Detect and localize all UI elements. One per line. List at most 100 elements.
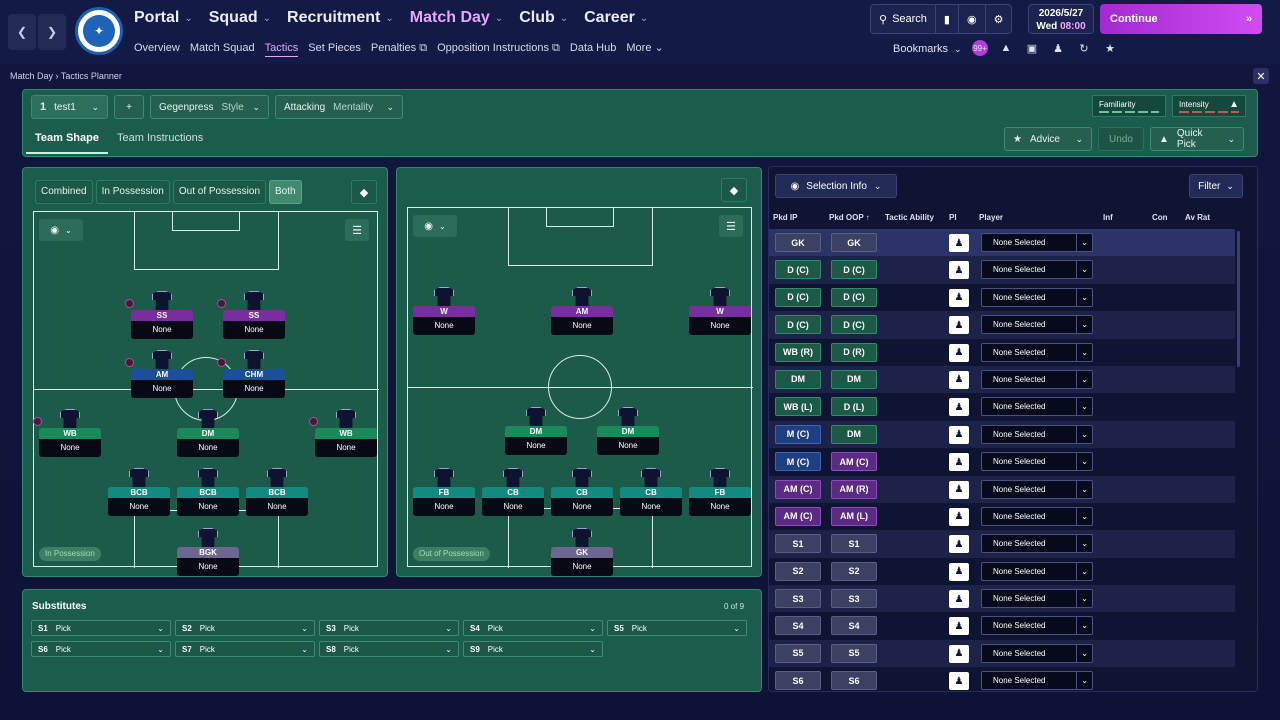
- player-select-dropdown[interactable]: None Selected ⌄: [981, 506, 1093, 526]
- submenu-opposition-instructions[interactable]: Opposition Instructions ⧉: [437, 41, 560, 57]
- layout-button[interactable]: ◆: [351, 180, 377, 204]
- picked-ip-position[interactable]: S4: [775, 616, 821, 636]
- picked-oop-position[interactable]: S3: [831, 589, 877, 609]
- picked-ip-position[interactable]: S6: [775, 671, 821, 691]
- player-card-cb[interactable]: CB None: [620, 468, 682, 516]
- search-button[interactable]: ⚲ Search: [871, 5, 936, 33]
- player-select-dropdown[interactable]: None Selected ⌄: [981, 643, 1093, 663]
- player-instructions-icon[interactable]: ♟: [949, 672, 969, 691]
- bookmarks-dropdown[interactable]: Bookmarks ⌄: [893, 43, 962, 55]
- player-card-cb[interactable]: CB None: [551, 468, 613, 516]
- player-card-fb[interactable]: FB None: [689, 468, 751, 516]
- tab-team-shape[interactable]: Team Shape: [26, 124, 108, 154]
- player-card-dm[interactable]: DM None: [505, 407, 567, 455]
- mentality-dropdown[interactable]: Attacking Mentality ⌄: [275, 95, 403, 119]
- menu-recruitment[interactable]: Recruitment ⌄: [287, 8, 394, 28]
- player-card-fb[interactable]: FB None: [413, 468, 475, 516]
- player-select-dropdown[interactable]: None Selected ⌄: [981, 452, 1093, 472]
- familiarity-meter[interactable]: Familiarity: [1092, 95, 1166, 117]
- selection-scrollbar[interactable]: [1237, 231, 1240, 367]
- sub-slot-s2[interactable]: S2 Pick ⌄: [175, 620, 315, 636]
- picked-ip-position[interactable]: D (C): [775, 260, 821, 280]
- staff-icon[interactable]: ♟: [1050, 40, 1066, 56]
- picked-ip-position[interactable]: M (C): [775, 452, 821, 472]
- col-pkd-ip[interactable]: Pkd IP: [773, 213, 797, 222]
- sub-slot-s9[interactable]: S9 Pick ⌄: [463, 641, 603, 657]
- quick-pick-button[interactable]: ▲ Quick Pick ⌄: [1150, 127, 1244, 151]
- submenu-data-hub[interactable]: Data Hub: [570, 41, 616, 57]
- menu-career[interactable]: Career ⌄: [584, 8, 648, 28]
- submenu-tactics[interactable]: Tactics: [264, 41, 299, 57]
- picked-oop-position[interactable]: D (C): [831, 260, 877, 280]
- notifications-icon[interactable]: 99+: [972, 40, 988, 56]
- player-select-dropdown[interactable]: None Selected ⌄: [981, 233, 1093, 252]
- sub-slot-s8[interactable]: S8 Pick ⌄: [319, 641, 459, 657]
- player-card-bcb[interactable]: BCB None: [108, 468, 170, 516]
- shirt-icon[interactable]: ▲: [998, 40, 1014, 56]
- col-player[interactable]: Player: [979, 213, 1003, 222]
- sub-slot-s4[interactable]: S4 Pick ⌄: [463, 620, 603, 636]
- picked-oop-position[interactable]: DM: [831, 369, 877, 389]
- picked-oop-position[interactable]: S5: [831, 643, 877, 663]
- continue-button[interactable]: Continue »: [1100, 4, 1262, 34]
- trophy-icon[interactable]: ★: [1102, 40, 1118, 56]
- player-select-dropdown[interactable]: None Selected ⌄: [981, 397, 1093, 417]
- club-crest[interactable]: ✦: [75, 7, 123, 55]
- player-instructions-icon[interactable]: ♟: [949, 617, 969, 636]
- table-row[interactable]: DM DM ♟ None Selected ⌄: [769, 365, 1235, 394]
- col-tactic-ability[interactable]: Tactic Ability: [885, 213, 934, 222]
- player-card-dm[interactable]: DM None: [597, 407, 659, 455]
- pitch-settings-button[interactable]: ☰: [345, 219, 369, 241]
- picked-ip-position[interactable]: D (C): [775, 315, 821, 335]
- table-row[interactable]: WB (R) D (R) ♟ None Selected ⌄: [769, 339, 1235, 366]
- settings-button[interactable]: ⚙: [986, 5, 1012, 33]
- player-card-ss[interactable]: SS None: [125, 291, 193, 339]
- menu-match-day[interactable]: Match Day ⌄: [410, 8, 503, 28]
- picked-ip-position[interactable]: S5: [775, 643, 821, 663]
- player-instructions-icon[interactable]: ♟: [949, 316, 969, 335]
- picked-ip-position[interactable]: AM (C): [775, 506, 821, 526]
- player-card-dm[interactable]: DM None: [177, 409, 239, 457]
- player-select-dropdown[interactable]: None Selected ⌄: [981, 589, 1093, 609]
- player-card-bcb[interactable]: BCB None: [246, 468, 308, 516]
- pitch-settings-button-oop[interactable]: ☰: [719, 215, 743, 237]
- col-inf[interactable]: Inf: [1103, 213, 1113, 222]
- table-row[interactable]: S5 S5 ♟ None Selected ⌄: [769, 639, 1235, 668]
- picked-oop-position[interactable]: AM (L): [831, 506, 877, 526]
- table-row[interactable]: D (C) D (C) ♟ None Selected ⌄: [769, 311, 1235, 339]
- table-row[interactable]: S1 S1 ♟ None Selected ⌄: [769, 530, 1235, 558]
- sub-slot-s1[interactable]: S1 Pick ⌄: [31, 620, 171, 636]
- selection-info-dropdown[interactable]: ◉ Selection Info ⌄: [775, 174, 897, 198]
- picked-ip-position[interactable]: S2: [775, 561, 821, 581]
- visibility-toggle[interactable]: ◉ ⌄: [39, 219, 83, 241]
- player-card-cb[interactable]: CB None: [482, 468, 544, 516]
- player-instructions-icon[interactable]: ♟: [949, 644, 969, 663]
- player-card-chm[interactable]: CHM None: [217, 350, 285, 398]
- picked-oop-position[interactable]: AM (C): [831, 452, 877, 472]
- player-instructions-icon[interactable]: ♟: [949, 234, 969, 252]
- phase-combined[interactable]: Combined: [35, 180, 93, 204]
- player-card-bcb[interactable]: BCB None: [177, 468, 239, 516]
- close-button[interactable]: ✕: [1253, 68, 1269, 84]
- picked-ip-position[interactable]: DM: [775, 369, 821, 389]
- world-button[interactable]: ◉: [959, 5, 986, 33]
- col-av-rat[interactable]: Av Rat: [1185, 213, 1210, 222]
- menu-club[interactable]: Club ⌄: [519, 8, 568, 28]
- table-row[interactable]: AM (C) AM (L) ♟ None Selected ⌄: [769, 503, 1235, 530]
- player-select-dropdown[interactable]: None Selected ⌄: [981, 424, 1093, 444]
- picked-oop-position[interactable]: D (L): [831, 397, 877, 417]
- player-card-wb[interactable]: WB None: [309, 409, 377, 457]
- player-instructions-icon[interactable]: ♟: [949, 590, 969, 609]
- table-row[interactable]: S6 S6 ♟ None Selected ⌄: [769, 667, 1235, 694]
- player-instructions-icon[interactable]: ♟: [949, 453, 969, 472]
- breadcrumb-parent[interactable]: Match Day: [10, 71, 53, 81]
- player-instructions-icon[interactable]: ♟: [949, 343, 969, 362]
- table-row[interactable]: D (C) D (C) ♟ None Selected ⌄: [769, 284, 1235, 311]
- col-con[interactable]: Con: [1152, 213, 1168, 222]
- tactic-slot-dropdown[interactable]: 1 test1 ⌄: [31, 95, 108, 119]
- sub-slot-s5[interactable]: S5 Pick ⌄: [607, 620, 747, 636]
- table-row[interactable]: M (C) AM (C) ♟ None Selected ⌄: [769, 448, 1235, 475]
- submenu-penalties[interactable]: Penalties ⧉: [371, 41, 427, 57]
- player-instructions-icon[interactable]: ♟: [949, 480, 969, 499]
- player-card-wb[interactable]: WB None: [33, 409, 101, 457]
